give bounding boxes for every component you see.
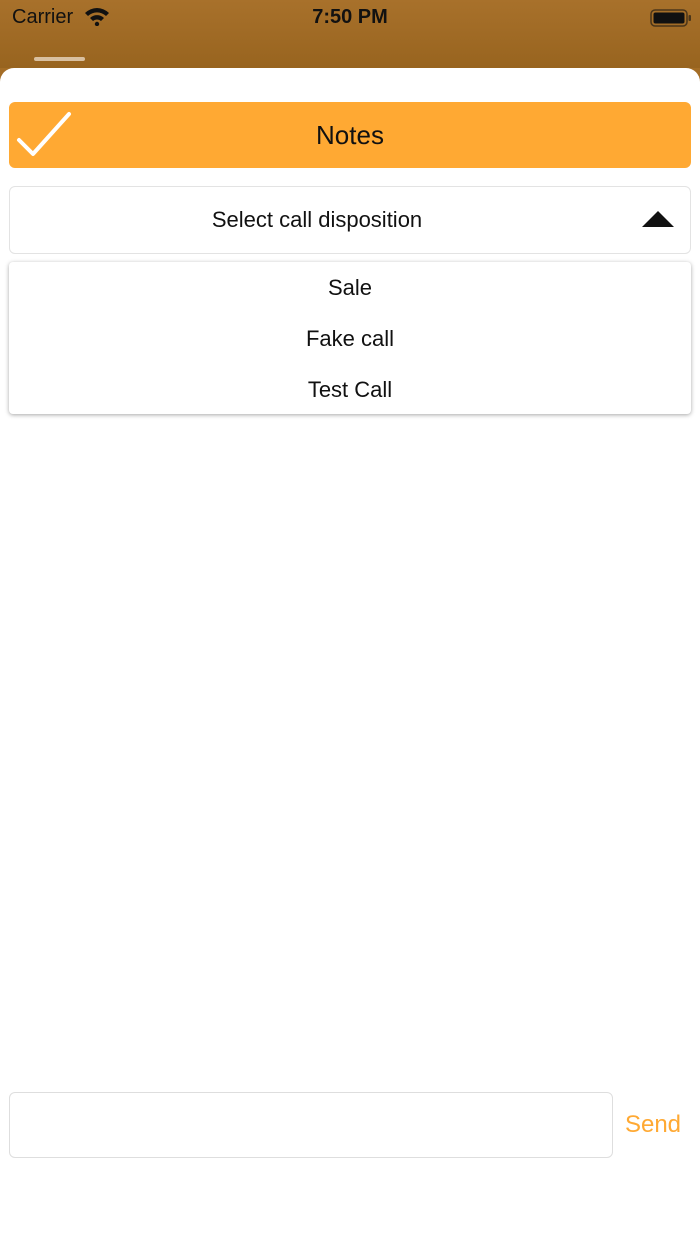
clock: 7:50 PM xyxy=(312,6,388,28)
sheet-grabber[interactable] xyxy=(34,57,85,61)
disposition-dropdown: Sale Fake call Test Call xyxy=(9,262,691,414)
page-title: Notes xyxy=(316,120,384,150)
dropdown-option-sale[interactable]: Sale xyxy=(9,262,691,313)
caret-up-icon xyxy=(642,211,674,227)
notes-header-bar: Notes xyxy=(9,102,691,168)
call-disposition-select[interactable]: Select call disposition xyxy=(9,186,691,254)
status-bar: Carrier 7:50 PM xyxy=(0,0,700,68)
dropdown-option-test-call[interactable]: Test Call xyxy=(9,364,691,415)
message-input[interactable] xyxy=(9,1092,613,1158)
notes-sheet: Notes Select call disposition Sale Fake … xyxy=(0,68,700,1244)
call-disposition-label: Select call disposition xyxy=(211,207,423,232)
dropdown-option-fake-call[interactable]: Fake call xyxy=(9,313,691,364)
send-button[interactable]: Send xyxy=(620,1108,686,1142)
battery-icon xyxy=(650,9,691,27)
